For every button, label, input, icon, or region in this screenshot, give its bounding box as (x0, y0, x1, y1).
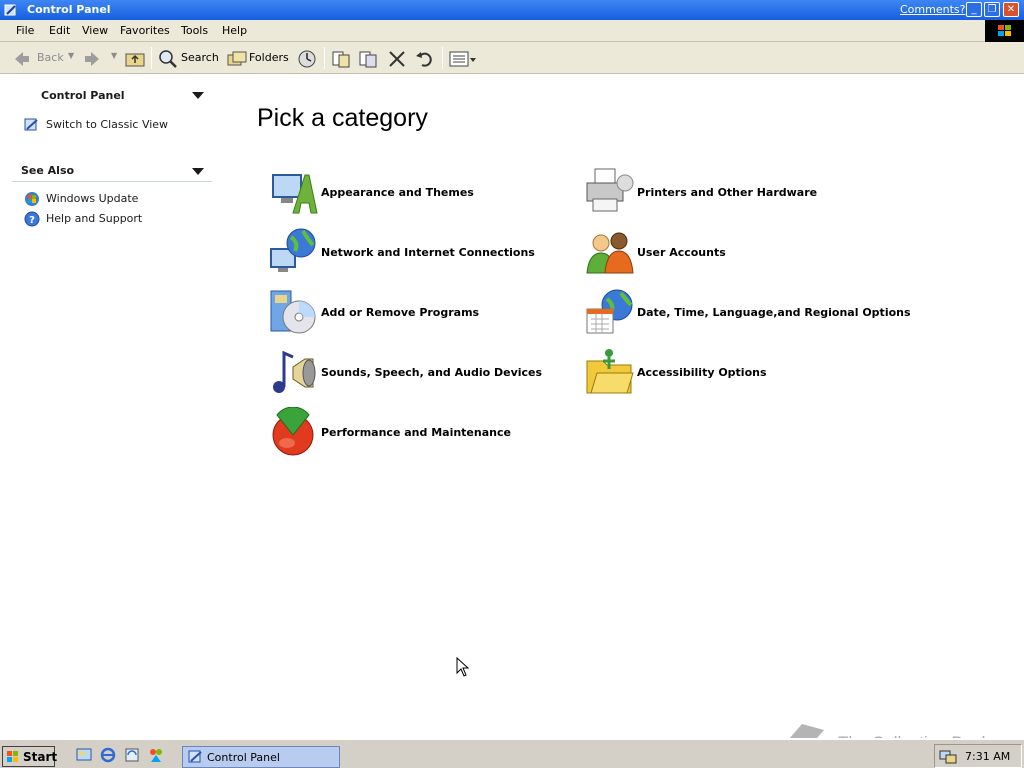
move-to-icon[interactable] (330, 48, 352, 70)
windows-logo-icon (985, 20, 1024, 42)
system-tray: 7:31 AM (934, 744, 1022, 768)
messenger-icon[interactable] (148, 747, 164, 763)
title-bar[interactable]: Control Panel Comments? _ ❐ ✕ (0, 0, 1024, 20)
calendar-globe-icon (586, 289, 633, 334)
window-title: Control Panel (27, 3, 111, 16)
network-tray-icon[interactable] (939, 748, 957, 764)
folders-button[interactable]: Folders (249, 51, 289, 64)
taskbar-item-control-panel[interactable]: Control Panel (182, 746, 340, 768)
category-label: Network and Internet Connections (321, 246, 535, 259)
forward-dropdown-icon[interactable]: ▼ (111, 51, 117, 60)
search-icon[interactable] (157, 48, 179, 70)
category-label: Printers and Other Hardware (637, 186, 818, 199)
taskbar-item-label: Control Panel (207, 751, 280, 764)
menu-bar: File Edit View Favorites Tools Help (0, 20, 1024, 42)
show-desktop-icon[interactable] (76, 747, 92, 763)
restore-button[interactable]: ❐ (984, 2, 1000, 17)
help-icon: ? (24, 211, 40, 227)
history-icon[interactable] (296, 48, 318, 70)
see-also-title: See Also (21, 164, 75, 177)
menu-favorites[interactable]: Favorites (120, 24, 170, 37)
windows-update-icon (25, 192, 39, 206)
menu-tools[interactable]: Tools (181, 24, 208, 37)
switch-classic-view-link[interactable]: Switch to Classic View (46, 118, 168, 131)
control-panel-icon (188, 750, 202, 763)
svg-text:?: ? (29, 215, 35, 226)
forward-arrow-icon[interactable] (82, 48, 102, 70)
back-dropdown-icon[interactable]: ▼ (68, 51, 74, 60)
control-panel-icon (4, 4, 16, 16)
folders-icon[interactable] (226, 48, 248, 70)
category-label: Accessibility Options (637, 366, 767, 379)
toolbar-separator (442, 47, 443, 69)
mouse-cursor-icon (456, 657, 470, 677)
copy-to-icon[interactable] (357, 48, 379, 70)
menu-file[interactable]: File (16, 24, 34, 37)
close-button[interactable]: ✕ (1003, 2, 1019, 17)
page-title: Pick a category (257, 104, 428, 132)
category-label: Add or Remove Programs (321, 306, 480, 319)
menu-edit[interactable]: Edit (49, 24, 70, 37)
delete-icon[interactable] (386, 48, 408, 70)
windows-update-link[interactable]: Windows Update (46, 192, 138, 205)
search-button[interactable]: Search (181, 51, 219, 64)
back-arrow-icon[interactable] (12, 48, 32, 70)
section-divider (12, 181, 212, 182)
category-label: Date, Time, Language,and Regional Option… (637, 306, 911, 319)
network-icon (270, 228, 316, 272)
task-pane: Control Panel Switch to Classic View See… (0, 74, 222, 738)
start-button[interactable]: Start (2, 746, 58, 767)
panel-title: Control Panel (41, 89, 125, 102)
toolbar-separator (324, 47, 325, 69)
help-support-link[interactable]: Help and Support (46, 212, 142, 225)
classic-view-icon (24, 118, 38, 131)
category-label: Appearance and Themes (321, 186, 474, 199)
toolbar: Back ▼ ▼ Search Folders (0, 42, 1024, 74)
collapse-icon[interactable] (192, 92, 204, 99)
sync-icon[interactable] (124, 747, 140, 763)
taskbar: Start Control Panel 7:31 AM (0, 738, 1024, 768)
start-label: Start (23, 750, 58, 764)
speaker-icon (273, 350, 316, 393)
comments-link[interactable]: Comments? (900, 3, 965, 16)
category-label: User Accounts (637, 246, 726, 259)
collapse-icon[interactable] (192, 168, 204, 175)
undo-icon[interactable] (414, 48, 436, 70)
clock[interactable]: 7:31 AM (965, 750, 1010, 763)
appearance-icon (272, 174, 318, 214)
category-label: Sounds, Speech, and Audio Devices (321, 366, 543, 379)
internet-explorer-icon[interactable] (100, 747, 116, 763)
accessibility-icon (586, 349, 634, 394)
menu-view[interactable]: View (82, 24, 108, 37)
category-label: Performance and Maintenance (321, 426, 511, 439)
menu-help[interactable]: Help (222, 24, 247, 37)
programs-icon (270, 290, 316, 334)
windows-flag-icon (7, 751, 18, 762)
up-folder-icon[interactable] (124, 48, 146, 70)
toolbar-separator (151, 47, 152, 69)
views-icon[interactable] (448, 48, 478, 70)
minimize-button[interactable]: _ (966, 2, 982, 17)
users-icon (586, 232, 634, 274)
back-button[interactable]: Back (37, 51, 64, 64)
printer-icon (586, 168, 634, 212)
performance-icon (272, 407, 314, 456)
